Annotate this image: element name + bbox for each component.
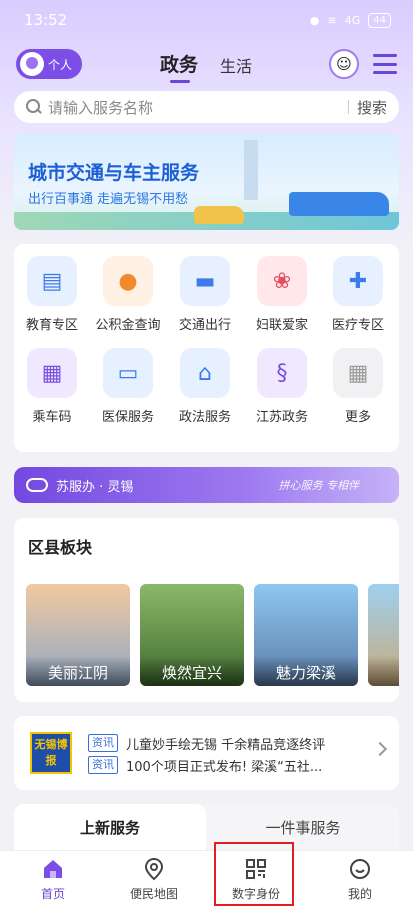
nav-item-home[interactable]: 首页: [3, 857, 103, 905]
strip-slogan: 拼心服务 专相伴: [278, 479, 360, 492]
car-icon: ▬: [180, 256, 230, 306]
profile-icon: [348, 857, 372, 881]
suzhou-service-strip[interactable]: 苏服办 · 灵锡 拼心服务 专相伴: [14, 467, 399, 503]
strip-label: 苏服办 · 灵锡: [56, 479, 134, 495]
search-icon: [26, 99, 42, 115]
district-card-label: 美丽江阴: [26, 656, 130, 686]
service-label: 江苏政务: [255, 410, 308, 425]
suzhou-logo-icon: [26, 478, 48, 492]
menu-icon[interactable]: [373, 54, 397, 74]
mascot-avatar-icon[interactable]: ☺: [329, 49, 359, 79]
wifi-icon: ≋: [327, 13, 337, 27]
tower-illustration: [244, 140, 258, 200]
district-card[interactable]: 焕然宜兴: [140, 584, 244, 686]
women-federation-icon: ❀: [257, 256, 307, 306]
status-indicators: ● ≋ 4G 44: [309, 12, 391, 28]
medical-kit-icon: ✚: [333, 256, 383, 306]
person-icon: [20, 52, 44, 76]
service-item[interactable]: ✚ 医疗专区: [320, 256, 396, 340]
district-card-label: 焕然宜兴: [140, 656, 244, 686]
tab-government[interactable]: 政务: [160, 50, 198, 83]
jiangsu-gov-icon: §: [257, 348, 307, 398]
service-label: 妇联爱家: [255, 318, 308, 333]
status-bar: 13:52 ● ≋ 4G 44: [0, 0, 413, 40]
service-grid: ▤ 教育专区 ● 公积金查询 ▬ 交通出行 ❀ 妇联爱家 ✚ 医疗专区 ▦ 乘车码 ▭ 医保服务 ⌂ 政法服务…: [14, 244, 399, 452]
district-card[interactable]: 乐: [368, 584, 399, 686]
nav-label: 便民地图: [129, 887, 178, 901]
service-item[interactable]: ▦ 更多: [320, 348, 396, 432]
news-tag: 资讯: [88, 756, 118, 774]
car-illustration: [194, 206, 244, 224]
news-card[interactable]: 无锡博报 资讯 儿童妙手绘无锡 千余精品竞逐终评 资讯 100个项目正式发布! …: [14, 716, 399, 790]
district-card-label: 魅力梁溪: [254, 656, 358, 686]
service-item[interactable]: ▬ 交通出行: [167, 256, 243, 340]
traffic-service-banner[interactable]: 城市交通与车主服务 出行百事通 走遍无锡不用愁: [14, 134, 399, 230]
service-item[interactable]: ⌂ 政法服务: [167, 348, 243, 432]
top-tabs: 政务 生活: [160, 50, 252, 83]
news-headline[interactable]: 儿童妙手绘无锡 千余精品竞逐终评: [126, 734, 325, 753]
news-tag: 资讯: [88, 734, 118, 752]
piggy-bank-icon: ●: [103, 256, 153, 306]
district-card-label: 乐: [368, 656, 399, 686]
service-label: 公积金查询: [95, 318, 161, 333]
more-grid-icon: ▦: [333, 348, 383, 398]
district-card[interactable]: 美丽江阴: [26, 584, 130, 686]
search-bar[interactable]: 请输入服务名称 搜索: [14, 91, 399, 123]
service-item[interactable]: ❀ 妇联爱家: [244, 256, 320, 340]
signal-indicator: 4G: [344, 13, 361, 27]
app-header: 个人 政务 生活 ☺: [0, 44, 413, 84]
personal-mode-button[interactable]: 个人: [16, 49, 83, 79]
location-icon: ●: [309, 13, 320, 27]
service-label: 政法服务: [178, 410, 231, 425]
bottom-navigation: 首页 便民地图 数字身份 我的: [0, 850, 413, 908]
train-illustration: [289, 192, 389, 216]
service-item[interactable]: ▤ 教育专区: [14, 256, 90, 340]
service-label: 交通出行: [178, 318, 231, 333]
tab-life[interactable]: 生活: [220, 53, 252, 77]
service-item[interactable]: ▦ 乘车码: [14, 348, 90, 432]
service-label: 医疗专区: [331, 318, 384, 333]
district-title: 区县板块: [28, 538, 93, 557]
news-headline[interactable]: 100个项目正式发布! 梁溪“五社...: [126, 756, 322, 775]
status-time: 13:52: [24, 11, 68, 29]
service-item[interactable]: ● 公积金查询: [90, 256, 166, 340]
banner-title: 城市交通与车主服务: [28, 162, 200, 184]
district-card[interactable]: 魅力梁溪: [254, 584, 358, 686]
search-input[interactable]: 请输入服务名称: [48, 97, 348, 118]
search-button[interactable]: 搜索: [357, 97, 387, 118]
nav-label: 首页: [40, 887, 65, 901]
battery-indicator: 44: [368, 12, 391, 28]
service-item[interactable]: § 江苏政务: [244, 348, 320, 432]
nav-label: 我的: [347, 887, 372, 901]
service-label: 更多: [344, 410, 371, 425]
personal-mode-label: 个人: [48, 57, 73, 72]
service-label: 教育专区: [25, 318, 78, 333]
banner-subtitle: 出行百事通 走遍无锡不用愁: [28, 192, 189, 207]
book-icon: ▤: [27, 256, 77, 306]
chevron-right-icon[interactable]: [372, 741, 388, 757]
service-label: 乘车码: [32, 410, 72, 425]
search-divider: [347, 100, 349, 114]
tab-new-services[interactable]: 上新服务: [14, 804, 206, 854]
highlight-box: [214, 842, 294, 906]
home-icon: [41, 857, 65, 881]
service-tabs: 上新服务 一件事服务: [14, 804, 399, 854]
wuxi-news-logo: 无锡博报: [30, 732, 72, 774]
nav-item-profile[interactable]: 我的: [310, 857, 410, 905]
bus-qr-icon: ▦: [27, 348, 77, 398]
district-section: 区县板块 美丽江阴焕然宜兴魅力梁溪乐: [14, 518, 399, 702]
service-item[interactable]: ▭ 医保服务: [90, 348, 166, 432]
insurance-card-icon: ▭: [103, 348, 153, 398]
map-pin-icon: [142, 857, 166, 881]
service-label: 医保服务: [101, 410, 154, 425]
court-icon: ⌂: [180, 348, 230, 398]
nav-item-map-pin[interactable]: 便民地图: [104, 857, 204, 905]
